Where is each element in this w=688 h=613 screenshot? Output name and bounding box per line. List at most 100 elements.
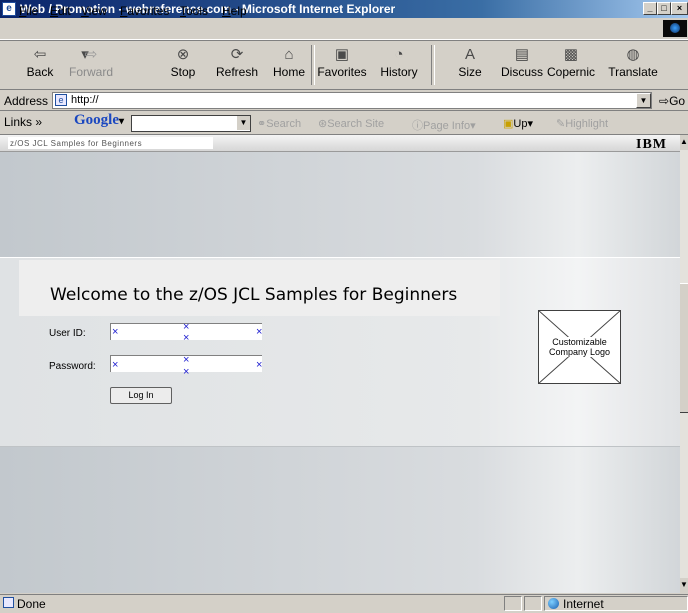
broken-image-icon: × (256, 326, 263, 338)
favorites-icon: ▣ (334, 46, 350, 63)
chevron-down-icon: ▾ (470, 120, 476, 132)
home-label: Home (272, 65, 305, 79)
broken-image-icon: × (183, 332, 190, 344)
copernic-button[interactable]: ▩ Copernic (541, 46, 601, 79)
scroll-down-button[interactable]: ▼ (680, 578, 688, 593)
go-arrow-icon: ⇨ (659, 94, 670, 108)
favorites-button[interactable]: ▣ Favorites (313, 46, 371, 79)
back-label: Back (26, 65, 54, 79)
zone-text: Internet (563, 597, 604, 611)
discuss-icon: ▤ (514, 46, 530, 63)
minimize-button[interactable]: _ (643, 2, 657, 15)
info-icon: ⓘ (412, 120, 423, 132)
address-value[interactable]: http:// (71, 94, 99, 106)
logo-line-2: Company Logo (548, 347, 611, 357)
google-logo-text: Google (74, 112, 119, 128)
globe-icon (548, 598, 559, 609)
menu-view[interactable]: View (81, 4, 107, 18)
history-label: History (380, 65, 418, 79)
welcome-heading: Welcome to the z/OS JCL Samples for Begi… (50, 285, 458, 305)
scroll-thumb[interactable] (680, 283, 688, 413)
up-label: Up (513, 118, 528, 130)
search-site-label: Search Site (327, 118, 385, 130)
user-id-label: User ID: (49, 328, 86, 339)
logo-line-1: Customizable (552, 337, 607, 347)
ie-throbber-icon (663, 20, 687, 37)
refresh-label: Refresh (215, 65, 259, 79)
status-pane (524, 596, 542, 611)
home-button[interactable]: ⌂ Home (264, 46, 314, 79)
status-pane (504, 596, 522, 611)
back-button[interactable]: ⇦ Back (15, 46, 65, 79)
google-search-button[interactable]: ⚭Search (257, 117, 301, 130)
stop-button[interactable]: ⊗ Stop (158, 46, 208, 79)
binoculars-icon: ⚭ (257, 118, 267, 130)
favorites-label: Favorites (317, 65, 367, 79)
refresh-icon: ⟳ (230, 46, 244, 63)
copernic-icon: ▩ (563, 46, 579, 63)
broken-image-icon: × (183, 321, 190, 333)
up-button[interactable]: ▣Up▾ (503, 117, 533, 130)
banner-bottom (0, 447, 680, 593)
broken-image-icon: × (112, 359, 119, 371)
translate-button[interactable]: ◍ Translate (603, 46, 663, 79)
discuss-button[interactable]: ▤ Discuss (497, 46, 547, 79)
stop-icon: ⊗ (176, 46, 190, 63)
menu-bar (0, 18, 688, 40)
broken-image-icon: × (112, 326, 119, 338)
ie-page-icon: e (2, 2, 16, 16)
google-search-dropdown[interactable]: ▼ (236, 116, 250, 130)
go-button[interactable]: ⇨Go (659, 94, 685, 108)
forward-arrow-icon: ⇨ (84, 46, 98, 63)
address-dropdown[interactable]: ▼ (636, 93, 651, 108)
forward-button[interactable]: ⇨ Forward (66, 46, 116, 79)
broken-image-icon: × (256, 359, 263, 371)
refresh-button[interactable]: ⟳ Refresh (212, 46, 262, 79)
history-button[interactable]: ◔ History (374, 46, 424, 79)
password-input[interactable]: × × × × (110, 355, 263, 378)
page-icon (3, 597, 14, 608)
menu-file[interactable]: File (19, 4, 38, 18)
banner-top (0, 152, 680, 257)
toolbar-divider (431, 45, 435, 85)
close-button[interactable]: × (671, 2, 688, 15)
scroll-up-button[interactable]: ▲ (680, 135, 688, 150)
header-title: z/OS JCL Samples for Beginners (10, 139, 143, 148)
menu-help[interactable]: Help (222, 4, 247, 18)
highlight-label: Highlight (565, 118, 609, 130)
user-id-input[interactable]: × × × × (110, 321, 263, 344)
chevron-down-icon: ▾ (527, 118, 533, 130)
google-search-label: Search (266, 118, 302, 130)
stop-label: Stop (170, 65, 196, 79)
login-button[interactable]: Log In (110, 387, 172, 404)
folder-up-icon: ▣ (503, 118, 514, 130)
chevron-down-icon: ▾ (119, 116, 125, 127)
google-search-input[interactable] (131, 115, 251, 132)
ibm-logo: IBM (636, 137, 667, 152)
password-label: Password: (49, 361, 96, 372)
page-icon: e (55, 94, 67, 106)
links-button[interactable]: Links » (4, 115, 42, 129)
highlight-button[interactable]: ✎Highlight (556, 117, 608, 130)
broken-image-icon: × (183, 366, 190, 378)
home-icon: ⌂ (284, 46, 294, 63)
discuss-label: Discuss (500, 65, 543, 79)
menu-favorites[interactable]: Favorites (120, 4, 169, 18)
forward-label: Forward (68, 65, 113, 79)
highlighter-icon: ✎ (556, 118, 566, 130)
page-info-button[interactable]: ⓘPage Info▾ (412, 117, 476, 133)
menu-tools[interactable]: Tools (180, 4, 208, 18)
status-text: Done (17, 597, 46, 611)
translate-label: Translate (608, 65, 658, 79)
page-info-label: Page Info (423, 120, 471, 132)
menu-edit[interactable]: Edit (50, 4, 71, 18)
size-button[interactable]: A Size (445, 46, 495, 79)
copernic-label: Copernic (546, 65, 596, 79)
company-logo-text: Customizable Company Logo (538, 337, 621, 357)
go-label: Go (669, 94, 686, 108)
address-input[interactable] (52, 92, 652, 109)
google-logo[interactable]: Google▾ (74, 112, 124, 129)
maximize-button[interactable]: □ (657, 2, 671, 15)
size-label: Size (458, 65, 482, 79)
search-site-button[interactable]: ⊛Search Site (318, 117, 384, 130)
